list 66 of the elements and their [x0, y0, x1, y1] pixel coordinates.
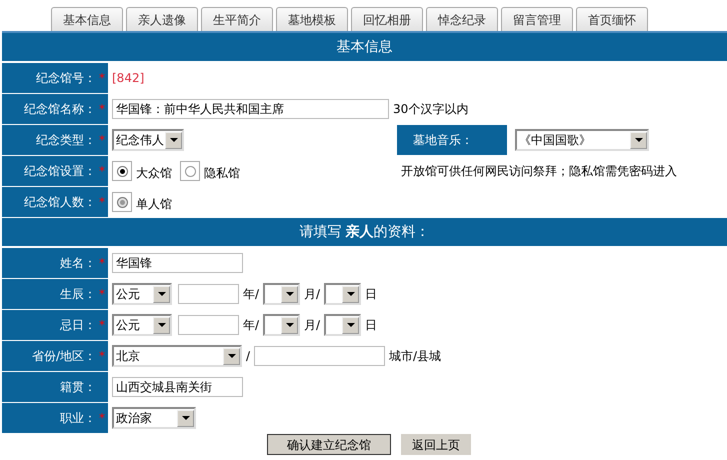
select-field[interactable]	[324, 314, 362, 336]
required-mark: *	[99, 255, 105, 272]
unit-label: 日	[365, 286, 378, 303]
required-mark: *	[99, 348, 105, 365]
section-header: 请填写 亲人的资料：	[2, 218, 727, 246]
required-mark: *	[99, 101, 105, 118]
radio-label: 大众馆	[136, 165, 172, 182]
unit-label: 年/	[243, 286, 260, 303]
select-field[interactable]	[324, 283, 362, 305]
required-mark: *	[99, 286, 105, 303]
radio-label: 隐私馆	[204, 165, 240, 182]
select-field[interactable]: 政治家	[112, 407, 196, 429]
tab[interactable]: 首页缅怀	[576, 7, 648, 31]
tab[interactable]: 悼念纪录	[426, 7, 498, 31]
tab[interactable]: 生平简介	[201, 7, 273, 31]
input-field[interactable]	[178, 284, 239, 304]
field-label: 生辰：	[60, 286, 96, 303]
required-mark: *	[99, 410, 105, 427]
unit-label: 月/	[304, 317, 320, 334]
radio-label: 单人馆	[136, 196, 172, 213]
confirm-button[interactable]: 确认建立纪念馆	[267, 434, 391, 455]
music-label: 墓地音乐：	[397, 125, 507, 155]
select-field[interactable]: 北京	[112, 345, 242, 367]
field-label: 忌日：	[60, 317, 96, 334]
back-button[interactable]: 返回上页	[401, 434, 471, 455]
radio-button[interactable]	[112, 161, 132, 181]
separator-text: /	[246, 348, 250, 365]
field-label: 纪念馆设置：	[24, 163, 96, 180]
required-mark: *	[99, 163, 105, 180]
hint-text: 开放馆可供任何网民访问祭拜；隐私馆需凭密码进入	[401, 163, 677, 180]
input-field[interactable]: 山西交城县南关街	[112, 377, 243, 397]
select-field[interactable]: 公元	[112, 283, 172, 305]
radio-button[interactable]	[180, 161, 200, 181]
unit-label: 月/	[304, 286, 320, 303]
unit-label: 城市/县城	[389, 348, 442, 365]
tab[interactable]: 基本信息	[51, 7, 123, 31]
input-field[interactable]: 华国锋	[112, 253, 243, 273]
field-label: 省份/地区：	[32, 348, 96, 365]
required-mark: *	[99, 132, 105, 149]
field-label: 纪念馆人数：	[24, 194, 96, 211]
field-label: 纪念类型：	[36, 132, 96, 149]
select-field[interactable]: 公元	[112, 314, 172, 336]
section-header: 基本信息	[2, 33, 727, 61]
memorial-number: [842]	[112, 70, 144, 87]
select-field[interactable]	[263, 314, 300, 336]
field-label: 职业：	[60, 410, 96, 427]
tab[interactable]: 墓地模板	[276, 7, 348, 31]
required-mark: *	[99, 194, 105, 211]
hint-text: 30个汉字以内	[393, 101, 468, 118]
field-label: 籍贯：	[60, 379, 96, 396]
input-field[interactable]	[254, 346, 386, 366]
unit-label: 年/	[243, 317, 260, 334]
field-label: 纪念馆名称：	[24, 101, 96, 118]
select-field[interactable]: 纪念伟人	[112, 129, 184, 151]
select-field[interactable]	[263, 283, 300, 305]
select-field[interactable]: 《中国国歌》	[515, 129, 649, 151]
required-mark: *	[99, 70, 105, 87]
required-mark: *	[99, 317, 105, 334]
field-label: 姓名：	[60, 255, 96, 272]
unit-label: 日	[365, 317, 378, 334]
input-field[interactable]: 华国锋：前中华人民共和国主席	[112, 99, 389, 119]
input-field[interactable]	[178, 315, 239, 335]
tab[interactable]: 留言管理	[501, 7, 573, 31]
field-label: 纪念馆号：	[36, 70, 96, 87]
tab[interactable]: 亲人遗像	[126, 7, 198, 31]
tab[interactable]: 回忆相册	[351, 7, 423, 31]
